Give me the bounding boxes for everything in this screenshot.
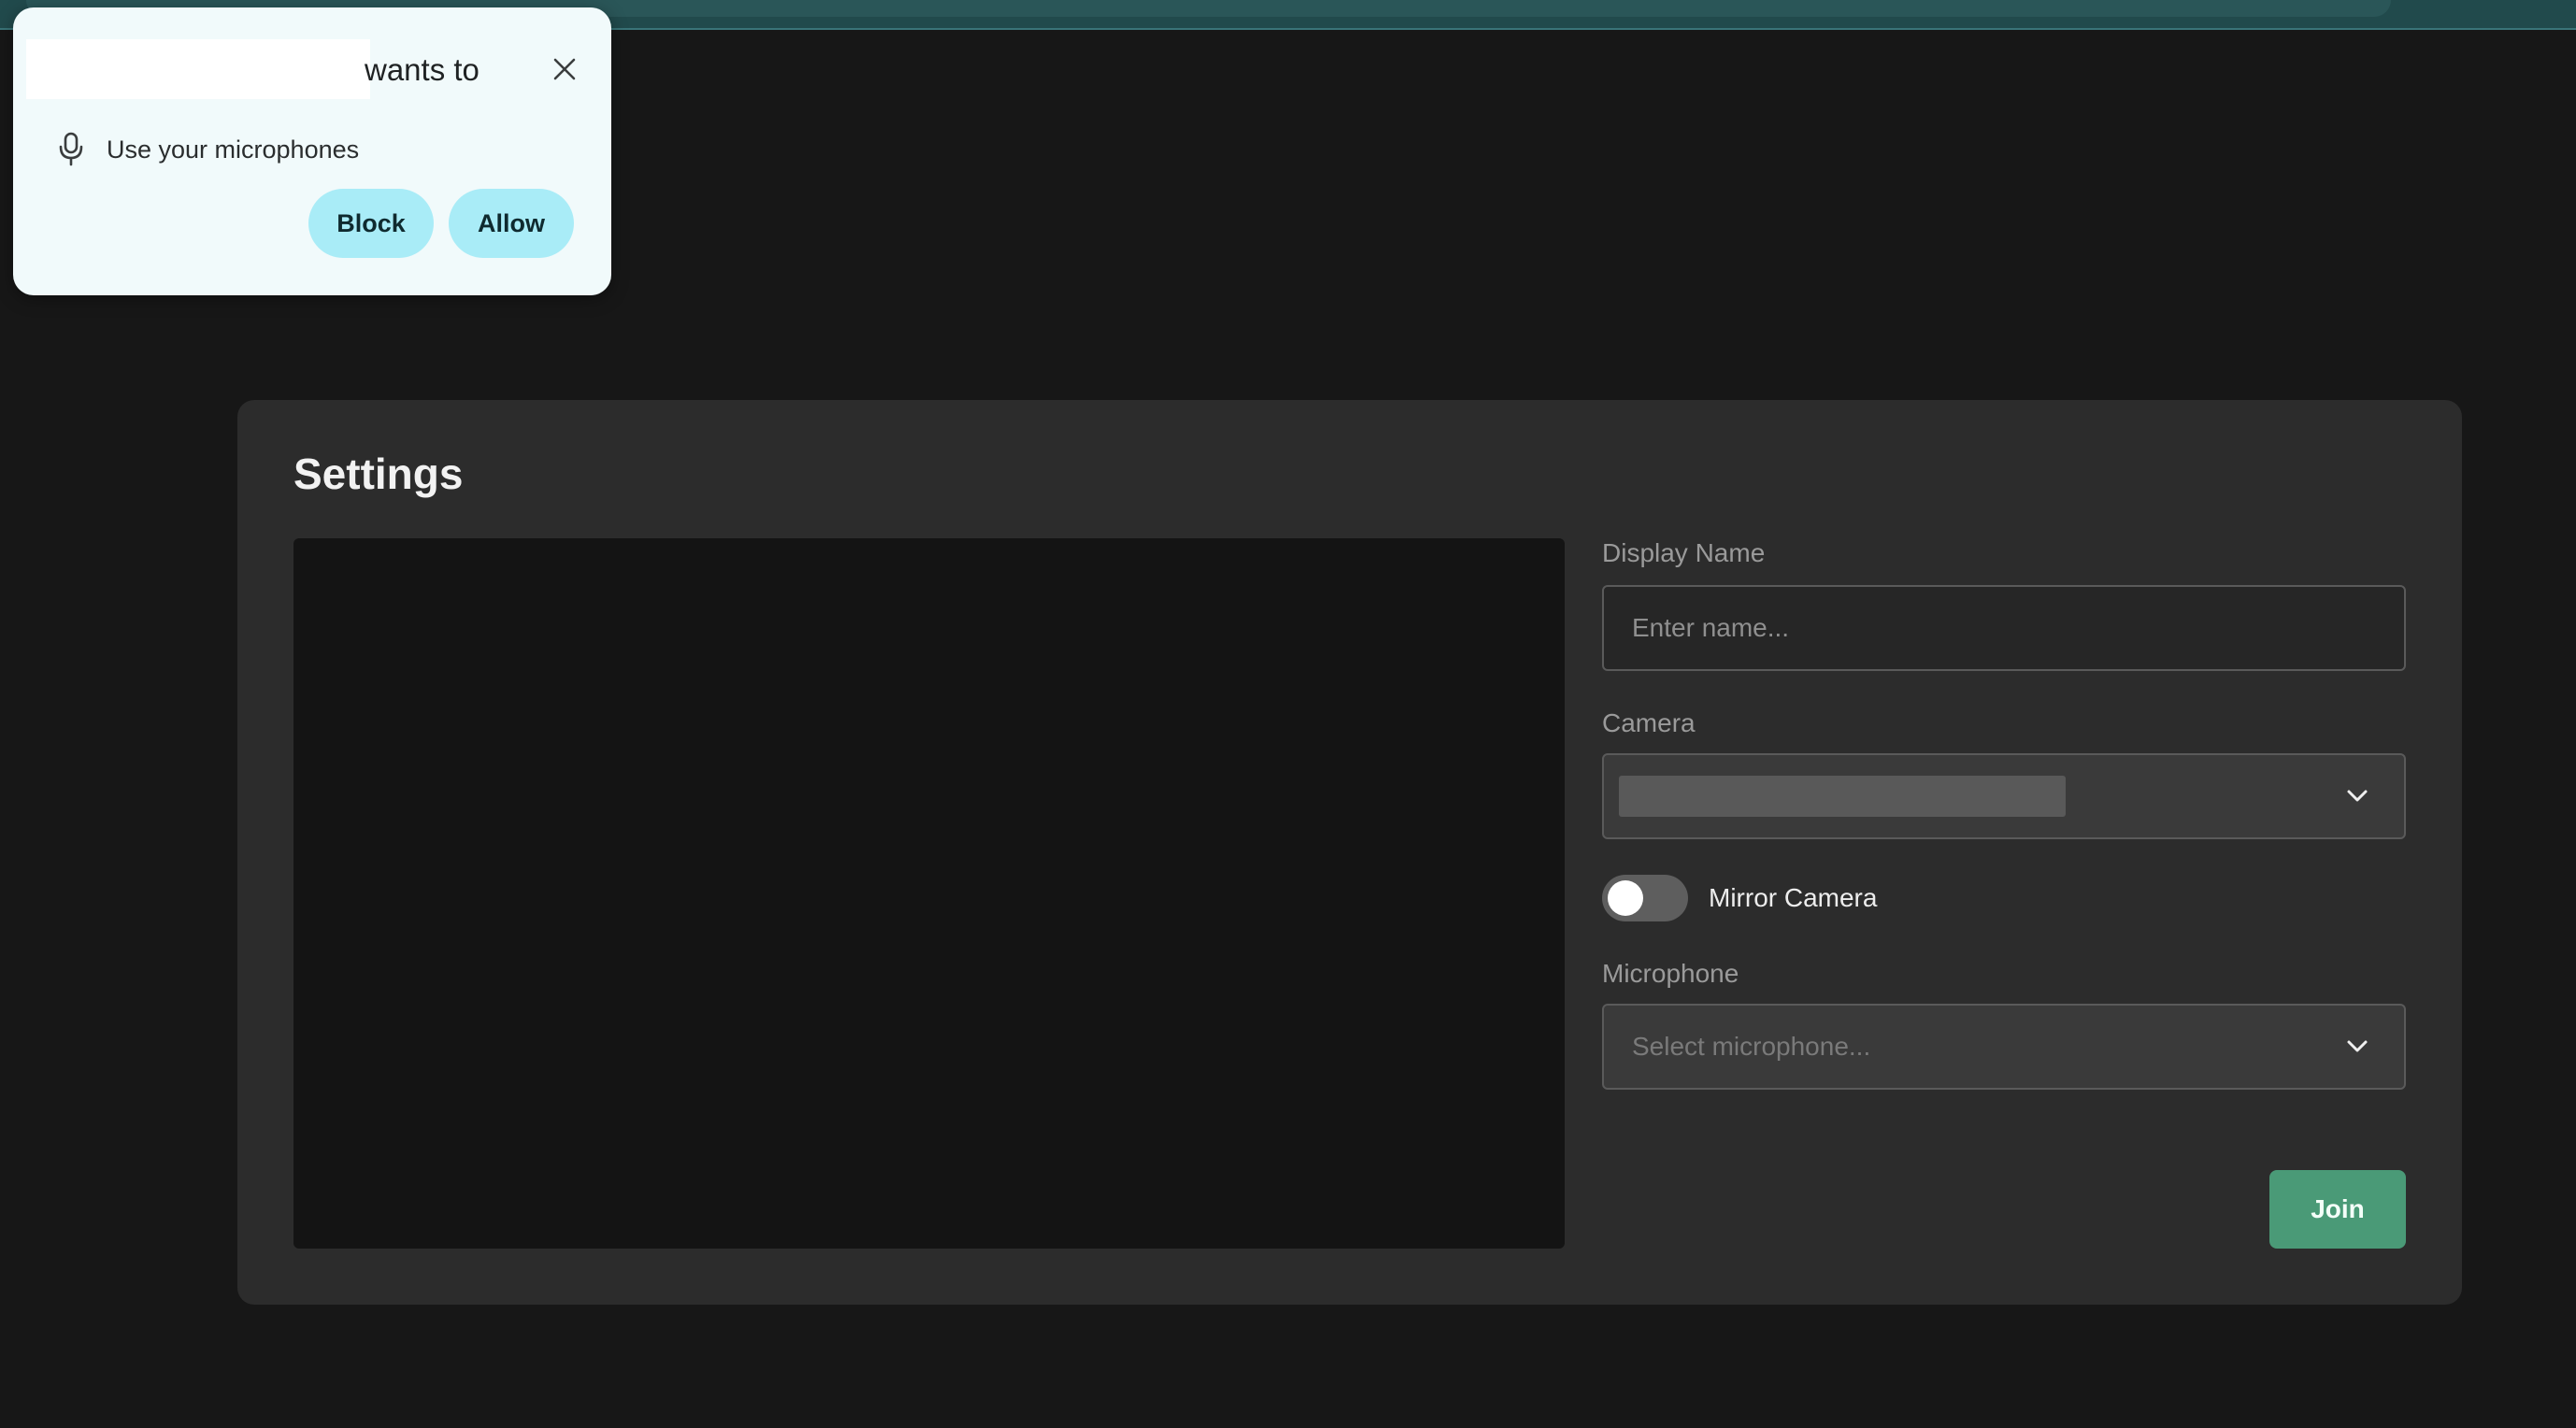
popup-title: wants to <box>365 52 479 87</box>
camera-preview <box>293 538 1565 1249</box>
site-origin-redacted <box>26 39 370 99</box>
block-button[interactable]: Block <box>308 189 434 258</box>
permission-row: Use your microphones <box>54 131 359 168</box>
microphone-select[interactable]: Select microphone... <box>1602 1004 2406 1090</box>
camera-selected-value-redacted <box>1619 776 2066 817</box>
settings-card: Settings Display Name Camera Mirror Came… <box>237 400 2462 1305</box>
chevron-down-icon <box>2342 781 2372 811</box>
mirror-camera-label: Mirror Camera <box>1709 883 1878 912</box>
microphone-select-placeholder: Select microphone... <box>1632 1032 1871 1061</box>
page-title: Settings <box>293 450 464 498</box>
permission-popup: wants to Use your microphones Block Allo… <box>13 7 611 295</box>
microphone-icon <box>54 131 88 168</box>
microphone-label: Microphone <box>1602 959 1739 988</box>
toggle-knob <box>1608 880 1643 916</box>
mirror-camera-toggle[interactable] <box>1602 875 1688 921</box>
popup-close-button[interactable] <box>544 49 585 90</box>
display-name-input[interactable] <box>1602 585 2406 671</box>
camera-label: Camera <box>1602 708 1696 737</box>
chevron-down-icon <box>2342 1032 2372 1062</box>
mirror-camera-row: Mirror Camera <box>1602 875 1877 921</box>
allow-button[interactable]: Allow <box>449 189 574 258</box>
permission-text: Use your microphones <box>107 135 360 164</box>
close-icon <box>553 58 576 80</box>
camera-select[interactable] <box>1602 753 2406 839</box>
display-name-label: Display Name <box>1602 538 1766 567</box>
join-button[interactable]: Join <box>2269 1170 2406 1249</box>
